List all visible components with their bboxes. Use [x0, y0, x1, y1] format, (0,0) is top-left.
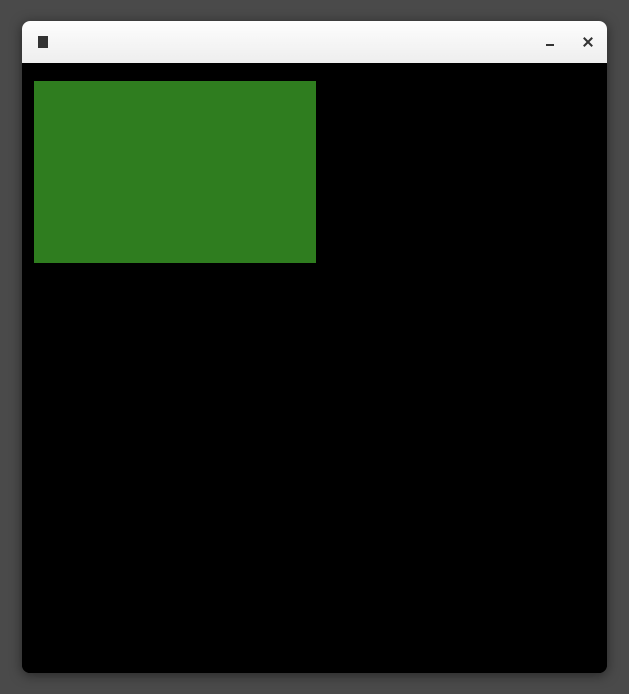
canvas-area: [22, 63, 607, 673]
minimize-button[interactable]: [543, 35, 557, 49]
title-bar[interactable]: [22, 21, 607, 63]
minimize-icon: [546, 44, 554, 46]
close-icon: [582, 36, 594, 48]
close-button[interactable]: [581, 35, 595, 49]
window-controls: [543, 35, 595, 49]
application-window: [22, 21, 607, 673]
green-rectangle: [34, 81, 316, 263]
app-icon: [38, 36, 48, 48]
